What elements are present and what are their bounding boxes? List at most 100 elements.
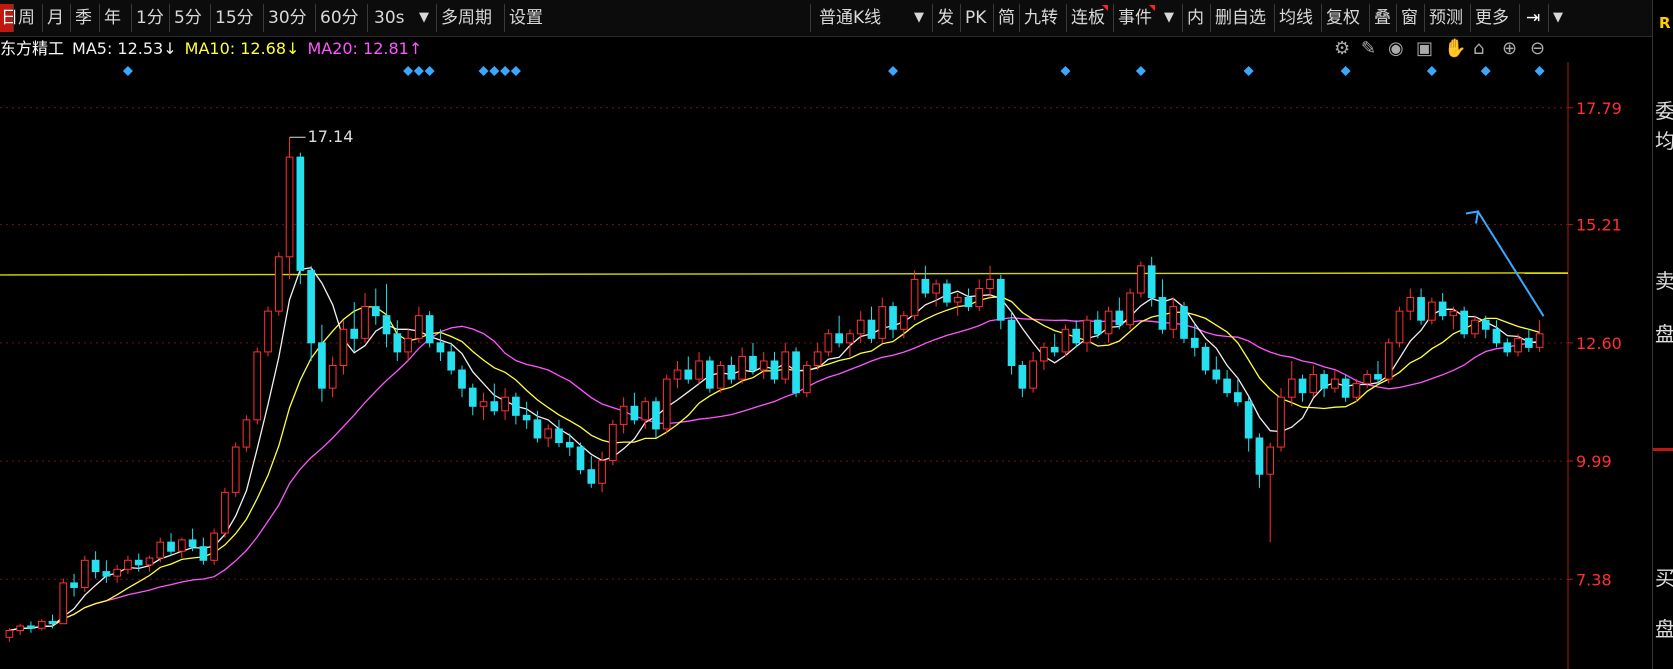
candle-up [781, 351, 790, 380]
forecast-arrow-head [1465, 210, 1480, 224]
flag-icon [1102, 5, 1108, 11]
candle-up [1266, 446, 1275, 475]
candle-up [177, 539, 186, 552]
rp-label-4: 盘 [1655, 322, 1673, 346]
candle-up [479, 401, 488, 407]
zoom-in-icon[interactable]: ⊕ [1502, 38, 1517, 59]
multi-period-button[interactable]: 多周期 [436, 4, 496, 32]
candle-up [1029, 360, 1037, 389]
tb-fuquan[interactable]: 复权 [1321, 4, 1364, 32]
candle-up [716, 365, 725, 389]
candle-up [673, 369, 682, 380]
tab-season[interactable]: 季 [70, 4, 96, 32]
candle-down [1093, 319, 1102, 335]
candle-up [641, 401, 650, 421]
tab-30s[interactable]: 30s [367, 4, 411, 32]
candle-down [134, 559, 143, 566]
candle-down [630, 405, 639, 421]
kline-type-select[interactable]: 普通K线 [810, 4, 889, 32]
candle-up [1309, 374, 1318, 394]
tab-15min[interactable]: 15分 [210, 4, 258, 32]
tb-jian[interactable]: 简 [993, 4, 1019, 32]
candle-up [975, 287, 984, 308]
candle-up [813, 351, 822, 367]
peak-price-label: 17.14 [308, 127, 354, 146]
candle-up [544, 428, 553, 439]
tb-ma[interactable]: 均线 [1274, 4, 1317, 32]
tab-60min[interactable]: 60分 [315, 4, 363, 32]
tb-events[interactable]: 事件 [1113, 4, 1156, 32]
candle-down [1018, 365, 1027, 389]
candle-down [749, 355, 757, 371]
candle-down [1492, 328, 1501, 344]
brush-icon[interactable]: ✎ [1361, 38, 1376, 59]
candle-down [1223, 378, 1231, 394]
right-badge: R [1659, 14, 1671, 32]
candle-down [27, 625, 35, 629]
tab-month[interactable]: 月 [42, 4, 68, 32]
event-marker [1534, 66, 1545, 76]
candle-up [1363, 374, 1372, 385]
tb-window[interactable]: 窗 [1396, 4, 1422, 32]
candle-up [910, 278, 919, 317]
tb-overlay[interactable]: 叠 [1369, 4, 1395, 32]
event-marker [403, 66, 414, 76]
settings-icon[interactable]: ⚙ [1334, 38, 1350, 59]
collapse-icon[interactable]: ⇥ [1519, 4, 1546, 32]
candle-down [587, 469, 596, 484]
candle-up [1535, 333, 1544, 348]
candle-up [242, 419, 251, 448]
rp-label-3: 卖 [1655, 269, 1673, 293]
candle-down [889, 306, 897, 330]
tab-30min[interactable]: 30分 [263, 4, 311, 32]
tb-nei[interactable]: 内 [1182, 4, 1208, 32]
candle-up [986, 278, 994, 289]
hand-icon[interactable]: ✋ [1444, 38, 1466, 59]
event-marker [1340, 66, 1351, 76]
candle-up [145, 557, 154, 566]
candle-up [210, 532, 218, 561]
tab-5min[interactable]: 5分 [169, 4, 206, 32]
candle-up [156, 541, 165, 559]
candle-up [878, 306, 887, 339]
event-marker [1135, 66, 1146, 76]
kline-dropdown-icon[interactable]: ▼ [914, 4, 924, 32]
zoom-out-icon[interactable]: ⊖ [1530, 38, 1545, 59]
event-marker [424, 66, 435, 76]
tb-jiuzhuan[interactable]: 九转 [1019, 4, 1062, 32]
event-marker [1480, 66, 1491, 76]
candle-up [1169, 306, 1178, 330]
tb-fa[interactable]: 发 [932, 4, 958, 32]
tab-week[interactable]: 周 [13, 4, 39, 32]
candle-up [802, 365, 811, 394]
events-dropdown-icon[interactable]: ▼ [1164, 4, 1174, 32]
candle-up [5, 629, 14, 638]
lock-toggle-icon[interactable]: ▣ [1416, 38, 1433, 59]
period-dropdown-icon[interactable]: ▼ [419, 4, 429, 32]
tab-day[interactable]: 日 [0, 4, 18, 32]
settings-button[interactable]: 设置 [504, 4, 547, 32]
tb-pk[interactable]: PK [960, 4, 990, 32]
kline-chart[interactable]: 17.79 15.21 12.60 9.99 7.38 17.14 [0, 62, 1652, 669]
lock-icon[interactable]: ⌂ [1473, 38, 1484, 59]
tb-forecast[interactable]: 预测 [1424, 4, 1467, 32]
rp-label-1: 委 [1655, 99, 1673, 123]
candle-down [684, 369, 693, 380]
tb-more[interactable]: 更多 [1470, 4, 1513, 32]
candle-down [576, 446, 585, 471]
tab-1min[interactable]: 1分 [131, 4, 168, 32]
remove-watchlist-button[interactable]: 删自选 [1210, 4, 1270, 32]
candle-up [404, 337, 412, 353]
more-dropdown-icon[interactable]: ▼ [1548, 4, 1567, 32]
candle-up [124, 559, 132, 570]
eye-icon[interactable]: ◉ [1388, 38, 1404, 59]
rp-label-2: 均 [1655, 129, 1673, 153]
candle-down [48, 620, 57, 625]
tab-year[interactable]: 年 [99, 4, 125, 32]
candle-down [522, 414, 531, 421]
candle-down [835, 333, 843, 344]
forecast-arrow [1477, 210, 1545, 317]
tb-lianban[interactable]: 连板 [1066, 4, 1109, 32]
candle-down [1298, 378, 1307, 394]
candle-down [1460, 310, 1469, 335]
